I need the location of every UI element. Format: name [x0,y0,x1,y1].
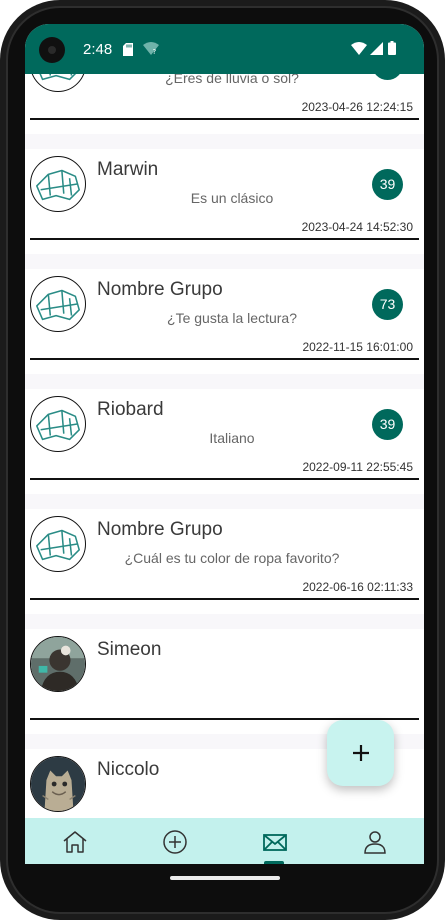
group-logo-icon [30,156,86,212]
sd-card-icon [123,43,133,56]
chat-list[interactable]: ¿Eres de lluvia o sol? 94 2023-04-26 12:… [25,74,424,818]
chat-list-item[interactable]: Marwin Es un clásico 39 2023-04-24 14:52… [25,134,424,254]
chat-timestamp: 2022-06-16 02:11:33 [302,580,413,594]
chat-name: Simeon [97,639,162,660]
divider [30,598,419,600]
profile-icon [364,831,386,854]
chat-name: Nombre Grupo [97,519,223,540]
chat-last-message: Es un clásico [190,190,274,206]
nav-item-profile[interactable] [325,818,424,866]
chat-name: Marwin [97,159,159,180]
battery-icon [388,41,396,55]
chat-list-item[interactable]: Nombre Grupo ¿Te gusta la lectura? 73 20… [25,254,424,374]
status-time: 2:48 [83,41,113,58]
chat-timestamp: 2023-04-26 12:24:15 [301,100,413,114]
bottom-navigation [25,818,424,866]
signal-icon [370,42,383,55]
plus-icon [352,745,369,761]
camera-icon [39,37,65,63]
unread-count-badge: 39 [372,169,403,200]
chat-list-item[interactable]: Simeon [25,614,424,734]
chat-timestamp: 2022-11-15 16:01:00 [302,340,413,354]
chat-timestamp: 2022-09-11 22:55:45 [302,460,413,474]
unread-count-badge: 94 [372,74,403,80]
user-photo [30,636,86,692]
home-icon [63,831,87,853]
group-logo-icon [30,396,86,452]
chat-name: Niccolo [97,759,160,780]
group-logo-icon [30,74,86,92]
divider [30,238,419,240]
app-screen: 2:48 ? ¿Eres de lluvia o sol? 2023-04-26… [25,24,424,876]
chat-name: Riobard [97,399,164,420]
chat-list-item[interactable]: ¿Eres de lluvia o sol? 94 2023-04-26 12:… [25,74,424,134]
nav-item-messages[interactable] [225,818,325,866]
wifi-unknown-icon: ? [143,42,159,56]
wifi-icon [351,42,367,55]
chat-last-message: ¿Te gusta la lectura? [167,310,297,326]
mail-icon [263,834,287,851]
chat-list-item[interactable]: Nombre Grupo ¿Cuál es tu color de ropa f… [25,494,424,614]
nav-item-home[interactable] [25,818,125,866]
divider [30,478,419,480]
home-gesture-indicator[interactable] [170,876,280,880]
divider [30,118,419,120]
divider [30,358,419,360]
gesture-bar-area [25,864,424,884]
chat-last-message: ¿Eres de lluvia o sol? [165,74,299,86]
svg-text:?: ? [153,48,157,56]
new-chat-fab-button[interactable] [327,720,394,786]
nav-item-add[interactable] [125,818,225,866]
chat-name: Nombre Grupo [97,279,223,300]
chat-last-message: ¿Cuál es tu color de ropa favorito? [124,550,340,566]
group-logo-icon [30,516,86,572]
chat-timestamp: 2023-04-24 14:52:30 [301,220,413,234]
unread-count-badge: 73 [372,289,403,320]
add-circle-icon [163,830,187,854]
status-bar: 2:48 ? [25,24,424,74]
chat-last-message: Italiano [209,430,255,446]
chat-list-item[interactable]: Riobard Italiano 39 2022-09-11 22:55:45 [25,374,424,494]
cat-photo [30,756,86,812]
unread-count-badge: 39 [372,409,403,440]
group-logo-icon [30,276,86,332]
